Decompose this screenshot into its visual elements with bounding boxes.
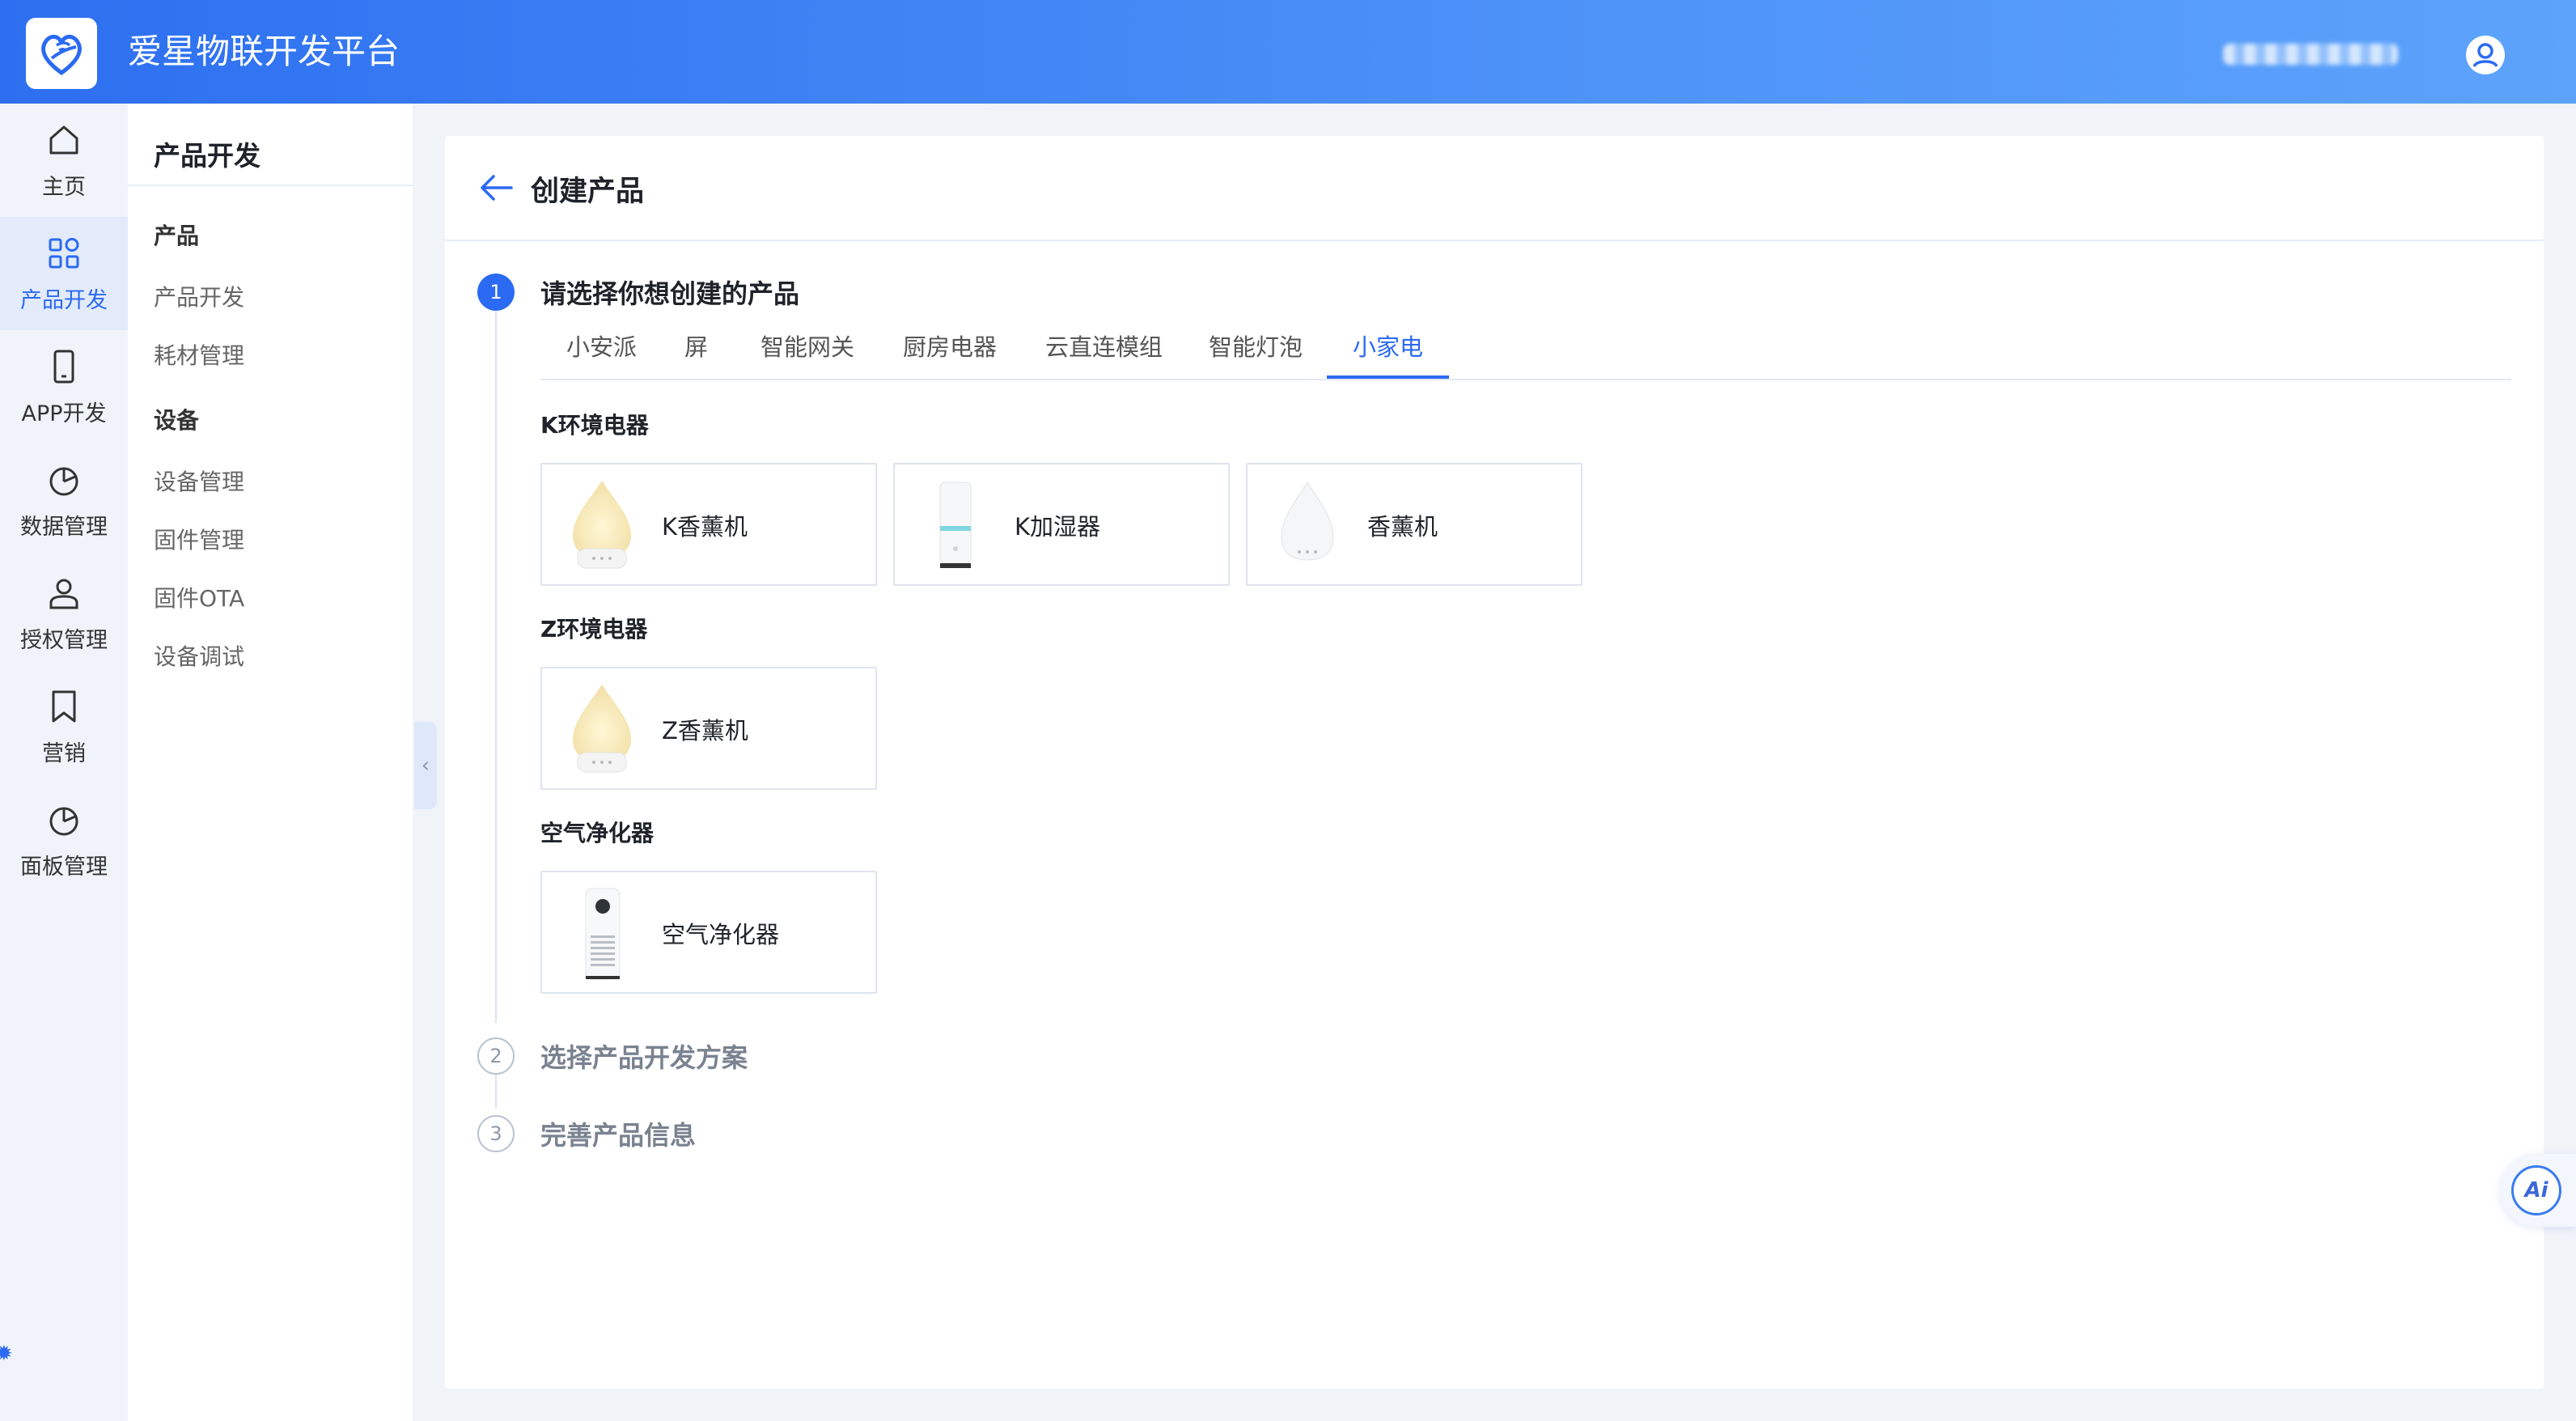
ai-assistant-button[interactable]: Ai [2500, 1154, 2576, 1227]
product-label: 香薰机 [1367, 513, 1438, 541]
user-name-blurred[interactable] [2223, 44, 2398, 65]
aroma-diffuser-icon [1281, 481, 1334, 561]
product-card-aroma[interactable]: 香薰机 [1246, 463, 1582, 586]
humidifier-icon [939, 481, 972, 568]
product-card-z-aroma[interactable]: Z香薰机 [540, 667, 877, 790]
nav-item-home[interactable]: 主页 [0, 104, 128, 217]
tab-cloud-module[interactable]: 云直连模组 [1045, 329, 1163, 379]
category-title: K环境电器 [540, 412, 649, 439]
nav-item-product-dev[interactable]: 产品开发 [0, 217, 128, 330]
nav-label: APP开发 [21, 401, 107, 426]
nav-item-marketing[interactable]: 营销 [0, 670, 128, 783]
top-header: 爱星物联开发平台 [0, 0, 2576, 104]
nav-item-data[interactable]: 数据管理 [0, 443, 128, 557]
product-card-k-aroma[interactable]: K香薰机 [540, 463, 877, 586]
aroma-diffuser-icon [573, 685, 631, 773]
category-title: Z环境电器 [540, 616, 648, 643]
aroma-diffuser-icon [573, 481, 631, 569]
nav-label: 面板管理 [20, 854, 108, 880]
nav-label: 授权管理 [20, 627, 108, 653]
tab-smart-bulb[interactable]: 智能灯泡 [1209, 329, 1303, 379]
product-card-air-purifier[interactable]: 空气净化器 [540, 871, 877, 994]
product-label: K香薰机 [662, 513, 748, 541]
nav-label: 数据管理 [20, 514, 108, 540]
grid-icon [49, 237, 79, 268]
step-2-title: 选择产品开发方案 [540, 1042, 748, 1073]
nav-item-app-dev[interactable]: APP开发 [0, 330, 128, 443]
tab-smart-gateway[interactable]: 智能网关 [761, 329, 854, 379]
product-label: Z香薰机 [662, 717, 748, 744]
pie-chart-icon [49, 467, 78, 495]
product-card-k-humidifier[interactable]: K加湿器 [893, 463, 1230, 586]
bookmark-icon [52, 690, 76, 722]
step-2-indicator: 2 [477, 1037, 515, 1075]
sidebar-group-product: 产品 [154, 223, 200, 249]
user-avatar-icon[interactable] [2464, 34, 2506, 76]
phone-icon [53, 350, 74, 383]
user-icon [49, 579, 78, 609]
sidebar-link-device-mgmt[interactable]: 设备管理 [154, 464, 244, 497]
step-connector [495, 1075, 497, 1109]
heart-logo-icon [41, 35, 82, 76]
tab-xiaoanpai[interactable]: 小安派 [566, 329, 637, 379]
step-1-indicator: 1 [477, 274, 515, 311]
ai-icon: Ai [2511, 1165, 2561, 1215]
nav-label: 主页 [42, 174, 86, 200]
sidebar-title: 产品开发 [154, 140, 261, 172]
sidebar-link-consumables[interactable]: 耗材管理 [154, 338, 244, 371]
nav-item-panel[interactable]: 面板管理 [0, 783, 128, 897]
step-3-indicator: 3 [477, 1115, 515, 1152]
air-purifier-icon [585, 888, 621, 980]
back-arrow-icon[interactable] [477, 172, 515, 204]
tab-kitchen[interactable]: 厨房电器 [903, 329, 997, 379]
theme-toggle-icon[interactable]: ✹ [0, 1342, 13, 1366]
icon-nav: 主页 产品开发 APP开发 数据管理 授权管理 营销 面板管理 ✹ [0, 104, 128, 1421]
panel-header: 创建产品 [445, 136, 2544, 241]
step-connector [495, 311, 497, 1023]
sidebar-collapse-button[interactable]: ‹ [414, 722, 437, 809]
tab-screen[interactable]: 屏 [684, 329, 708, 379]
pie-chart-icon [49, 807, 78, 835]
app-title: 爱星物联开发平台 [128, 32, 400, 71]
home-icon [49, 125, 78, 154]
tab-small-appliance[interactable]: 小家电 [1327, 329, 1450, 379]
product-label: K加湿器 [1015, 513, 1101, 541]
chevron-left-icon: ‹ [421, 753, 430, 778]
step-3-title: 完善产品信息 [540, 1120, 697, 1151]
sidebar-divider [128, 185, 413, 186]
page-title: 创建产品 [531, 176, 645, 208]
sidebar-link-firmware[interactable]: 固件管理 [154, 523, 244, 555]
nav-label: 产品开发 [20, 287, 108, 313]
secondary-sidebar: 产品开发 产品 产品开发 耗材管理 设备 设备管理 固件管理 固件OTA 设备调… [128, 104, 413, 1421]
sidebar-link-firmware-ota[interactable]: 固件OTA [154, 581, 244, 613]
app-logo[interactable] [26, 18, 97, 89]
sidebar-link-product-dev[interactable]: 产品开发 [154, 280, 244, 312]
nav-item-auth[interactable]: 授权管理 [0, 557, 128, 670]
category-tabs: 小安派 屏 智能网关 厨房电器 云直连模组 智能灯泡 小家电 [540, 316, 2511, 380]
product-label: 空气净化器 [662, 921, 780, 948]
sidebar-group-device: 设备 [154, 407, 200, 434]
nav-label: 营销 [42, 740, 86, 766]
sidebar-link-device-debug[interactable]: 设备调试 [154, 639, 244, 672]
step-1-title: 请选择你想创建的产品 [540, 278, 800, 309]
category-title: 空气净化器 [540, 820, 655, 846]
